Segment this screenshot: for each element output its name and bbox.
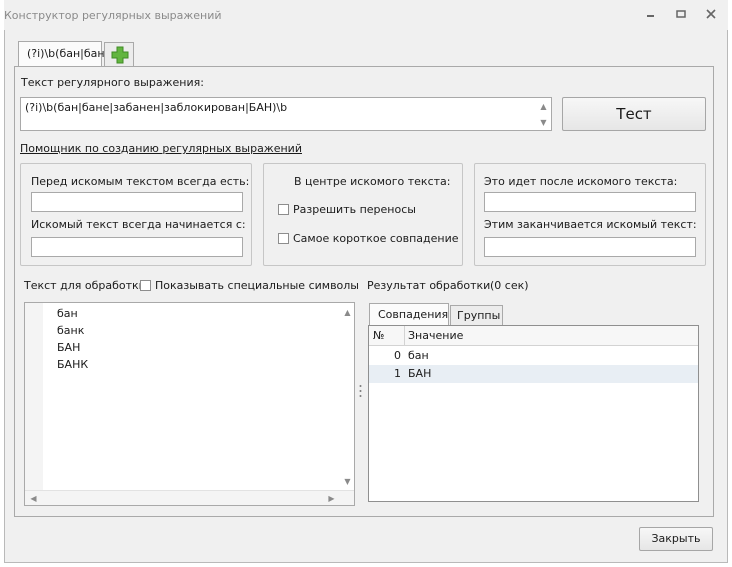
tab-groups-label: Группы <box>457 309 501 322</box>
scroll-down-icon[interactable]: ▼ <box>341 475 354 488</box>
result-time: (0 сек) <box>490 279 529 292</box>
input-text-label: Текст для обработки <box>24 279 146 292</box>
row-value: БАН <box>408 367 432 380</box>
minimize-icon[interactable] <box>642 6 660 24</box>
text-line: БАН <box>57 341 81 354</box>
after-input[interactable] <box>484 192 696 212</box>
shortest-match-checkbox[interactable] <box>278 233 289 244</box>
close-button[interactable]: Закрыть <box>639 527 713 551</box>
test-button[interactable]: Тест <box>562 97 706 131</box>
line-gutter <box>25 303 43 490</box>
before-label: Перед искомым текстом всегда есть: <box>31 175 250 188</box>
allow-wraps-label: Разрешить переносы <box>293 203 416 216</box>
shortest-match-label: Самое короткое совпадение <box>293 232 459 245</box>
scroll-left-icon[interactable]: ◀ <box>27 492 40 505</box>
show-special-label: Показывать специальные символы <box>155 279 359 292</box>
before-group: Перед искомым текстом всегда есть: Иском… <box>20 163 252 266</box>
starts-label: Искомый текст всегда начинается с: <box>31 218 246 231</box>
text-line: банк <box>57 324 85 337</box>
helper-link[interactable]: Помощник по созданию регулярных выражени… <box>20 142 302 155</box>
show-special-checkbox[interactable] <box>140 280 151 291</box>
row-number: 1 <box>394 367 401 380</box>
title-bar: Конструктор регулярных выражений <box>4 0 728 30</box>
regex-label: Текст регулярного выражения: <box>21 76 204 89</box>
column-value[interactable]: Значение <box>408 329 463 342</box>
scroll-up-icon[interactable]: ▲ <box>341 306 354 319</box>
after-label: Это идет после искомого текста: <box>484 175 678 188</box>
add-tab-button[interactable] <box>104 42 134 67</box>
row-value: бан <box>408 349 429 362</box>
tab-regex-1[interactable]: (?i)\b(бан|бан <box>18 41 105 67</box>
ends-label: Этим заканчивается искомый текст: <box>484 218 697 231</box>
splitter-grip[interactable] <box>359 384 362 398</box>
regex-value: (?i)\b(бан|бане|забанен|заблокирован|БАН… <box>25 101 288 114</box>
results-grid: № Значение 0 бан 1 БАН <box>368 325 699 502</box>
center-group: В центре искомого текста: Разрешить пере… <box>263 163 463 266</box>
grid-header: № Значение <box>369 326 698 346</box>
scroll-right-icon[interactable]: ▶ <box>325 492 338 505</box>
starts-input[interactable] <box>31 237 243 257</box>
regex-input[interactable]: (?i)\b(бан|бане|забанен|заблокирован|БАН… <box>20 97 552 131</box>
input-text-area[interactable]: бан банк БАН БАНК ▲ ▼ ◀ ▶ <box>24 302 355 506</box>
text-line: БАНК <box>57 358 89 371</box>
maximize-icon[interactable] <box>672 6 690 24</box>
tab-label: (?i)\b(бан|бан <box>27 47 105 60</box>
horizontal-scrollbar[interactable]: ◀ ▶ <box>25 490 354 505</box>
scroll-up-icon[interactable]: ▲ <box>537 100 550 113</box>
column-number[interactable]: № <box>373 329 384 342</box>
column-divider <box>404 326 405 346</box>
center-label: В центре искомого текста: <box>294 175 451 188</box>
tab-groups[interactable]: Группы <box>450 305 503 326</box>
scroll-down-icon[interactable]: ▼ <box>537 116 550 129</box>
window-title: Конструктор регулярных выражений <box>4 9 222 22</box>
table-row[interactable]: 1 БАН <box>369 365 698 383</box>
after-group: Это идет после искомого текста: Этим зак… <box>474 163 706 266</box>
table-row[interactable]: 0 бан <box>369 347 698 365</box>
allow-wraps-checkbox[interactable] <box>278 204 289 215</box>
result-label: Результат обработки <box>367 279 491 292</box>
row-number: 0 <box>394 349 401 362</box>
ends-input[interactable] <box>484 237 696 257</box>
plus-icon <box>111 46 129 67</box>
text-line: бан <box>57 307 78 320</box>
before-input[interactable] <box>31 192 243 212</box>
close-icon[interactable] <box>702 6 720 24</box>
tab-matches-label: Совпадения <box>378 308 449 321</box>
tab-matches[interactable]: Совпадения <box>369 303 449 326</box>
